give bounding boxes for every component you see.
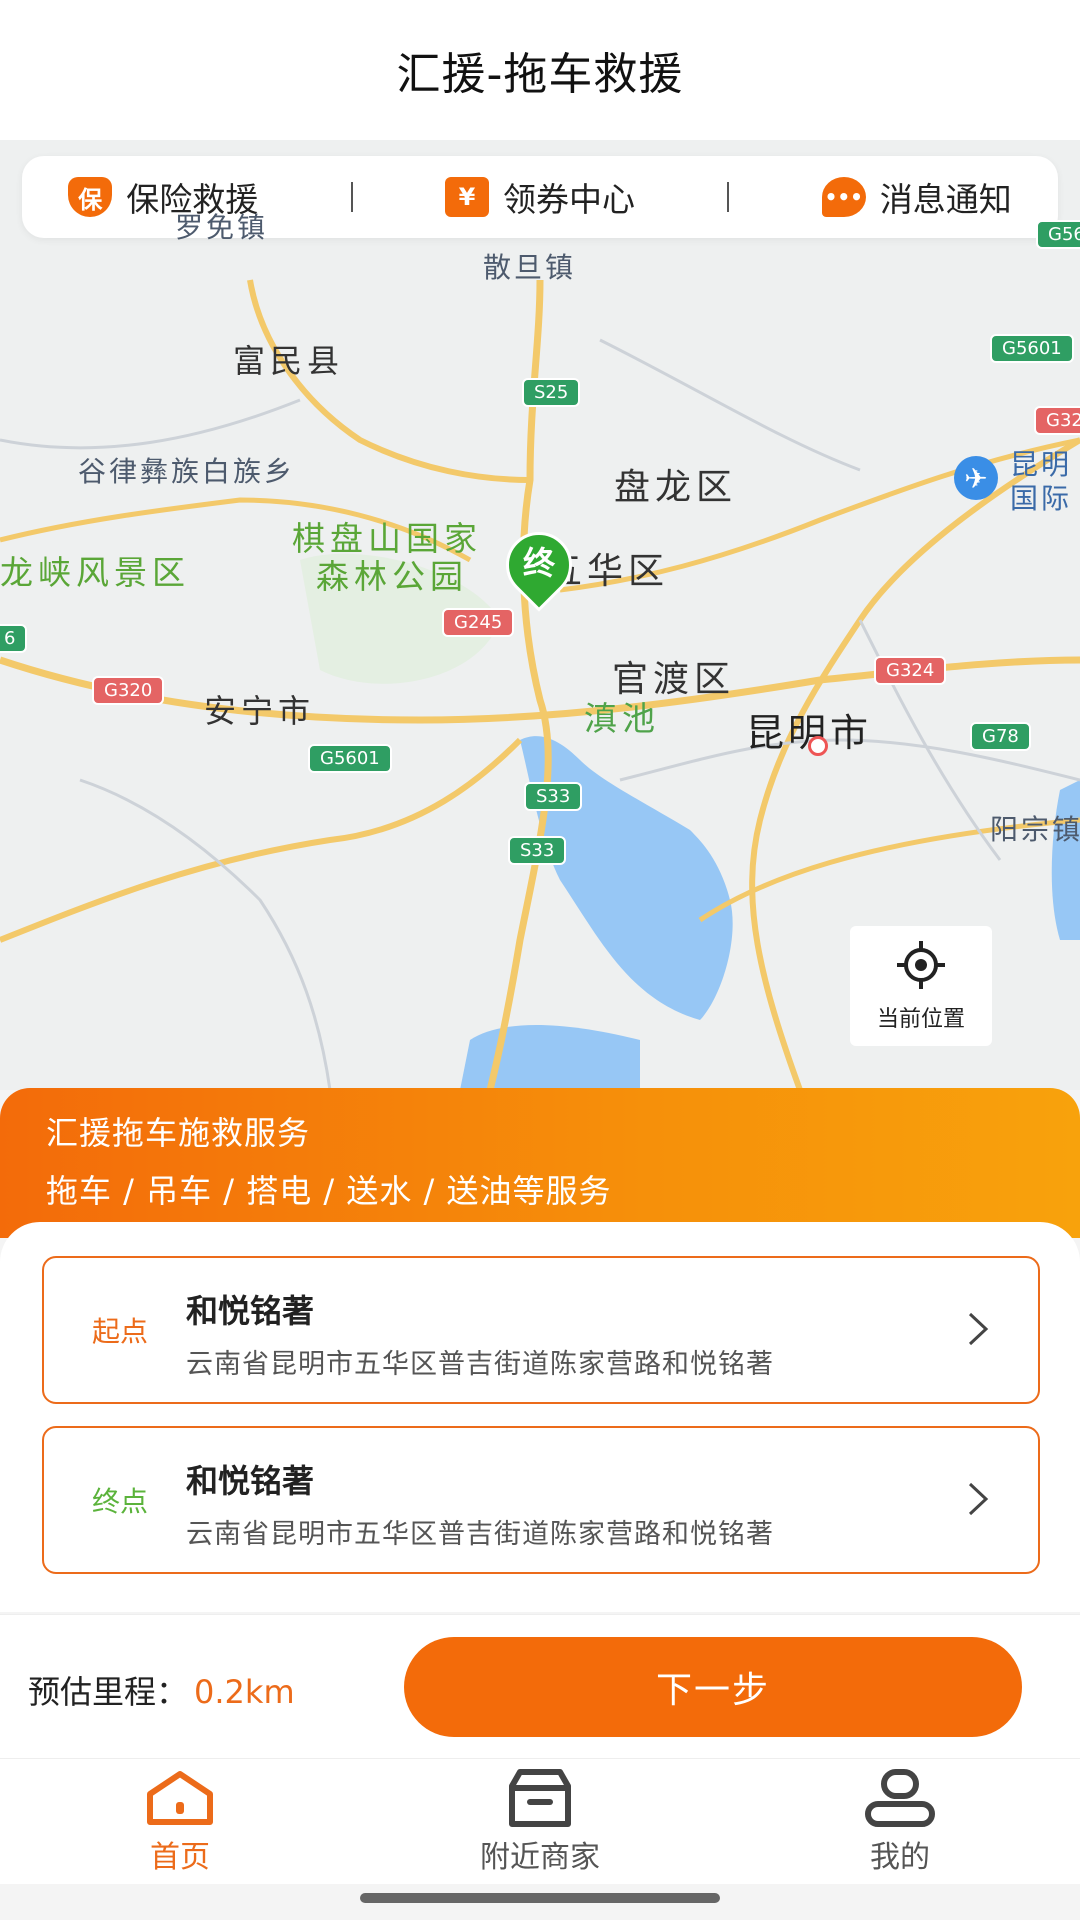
tab-coupon-center[interactable]: ¥ 领券中心 <box>444 173 635 221</box>
start-name: 和悦铭著 <box>186 1292 315 1330</box>
road-sign: G324 <box>874 656 947 685</box>
nav-label: 首页 <box>150 1839 210 1875</box>
end-point-card[interactable]: 终点 和悦铭著 云南省昆明市五华区普吉街道陈家营路和悦铭著 <box>42 1426 1040 1574</box>
action-bar: 预估里程： 0.2km 下一步 <box>0 1614 1080 1758</box>
road-sign: G5601 <box>990 334 1074 363</box>
next-step-button[interactable]: 下一步 <box>404 1637 1022 1737</box>
road-sign: 6 <box>0 624 28 653</box>
map-label-park: 森林公园 <box>316 557 468 596</box>
map-label-town: 散旦镇 <box>483 251 577 284</box>
locate-label: 当前位置 <box>876 1007 965 1032</box>
map-label-city: 安宁市 <box>204 692 316 730</box>
road-sign: G56 <box>1036 220 1080 249</box>
road-sign: S25 <box>522 378 581 407</box>
mileage-value: 0.2km <box>194 1673 295 1711</box>
tab-notifications[interactable]: ••• 消息通知 <box>821 173 1012 221</box>
road-sign: S33 <box>524 782 583 811</box>
start-address: 云南省昆明市五华区普吉街道陈家营路和悦铭著 <box>186 1349 774 1380</box>
nav-label: 我的 <box>870 1839 930 1875</box>
locate-crosshair-icon <box>897 941 945 989</box>
map-label-district: 盘龙区 <box>614 467 738 508</box>
map-label-town: 阳宗镇 <box>990 813 1080 846</box>
start-tag: 起点 <box>92 1315 149 1348</box>
divider <box>350 182 353 212</box>
start-point-card[interactable]: 起点 和悦铭著 云南省昆明市五华区普吉街道陈家营路和悦铭著 <box>42 1256 1040 1404</box>
service-list: 拖车 / 吊车 / 搭电 / 送水 / 送油等服务 <box>46 1172 612 1210</box>
tab-label: 领券中心 <box>502 180 635 219</box>
city-marker-icon <box>808 736 828 756</box>
nav-label: 附近商家 <box>480 1839 600 1875</box>
nav-mine[interactable]: 我的 <box>720 1759 1080 1884</box>
estimated-mileage: 预估里程： 0.2km <box>28 1667 295 1713</box>
service-banner: 汇援拖车施救服务 拖车 / 吊车 / 搭电 / 送水 / 送油等服务 <box>0 1088 1080 1238</box>
road-sign: S33 <box>508 836 567 865</box>
app-header: 汇援-拖车救援 <box>0 0 1080 140</box>
map-label-town: 罗免镇 <box>175 211 269 244</box>
chevron-right-icon <box>968 1482 989 1516</box>
chat-bubble-icon: ••• <box>821 177 866 217</box>
service-title: 汇援拖车施救服务 <box>46 1114 311 1152</box>
page-title: 汇援-拖车救援 <box>396 49 684 100</box>
road-sign: G245 <box>442 608 515 637</box>
end-name: 和悦铭著 <box>186 1462 315 1500</box>
map-label-airport: 昆明国际 <box>1010 448 1073 515</box>
user-icon <box>865 1768 935 1827</box>
chevron-right-icon <box>968 1312 989 1346</box>
airport-icon: ✈ <box>954 456 998 500</box>
map-label-lake: 滇池 <box>584 699 660 738</box>
current-location-button[interactable]: 当前位置 <box>850 926 992 1046</box>
divider <box>727 182 730 212</box>
pin-label: 终 <box>522 544 555 582</box>
ticket-icon: ¥ <box>444 177 489 217</box>
bottom-nav: 首页 附近商家 我的 <box>0 1758 1080 1884</box>
end-address: 云南省昆明市五华区普吉街道陈家营路和悦铭著 <box>186 1519 774 1550</box>
home-icon <box>147 1770 213 1825</box>
mileage-label: 预估里程： <box>28 1673 189 1711</box>
map-label-county: 富民县 <box>233 342 345 380</box>
shield-icon: 保 <box>68 177 113 217</box>
store-box-icon <box>509 1768 571 1827</box>
road-sign: G320 <box>92 676 165 705</box>
map-label-town: 谷律彝族白族乡 <box>78 455 296 488</box>
tab-label: 消息通知 <box>879 180 1012 219</box>
nav-nearby-merchants[interactable]: 附近商家 <box>360 1759 720 1884</box>
road-sign: G78 <box>970 722 1031 751</box>
road-sign: G5601 <box>308 744 392 773</box>
map-view[interactable]: 保 保险救援 ¥ 领券中心 ••• 消息通知 罗免镇 散旦镇 富民县 谷律彝族白… <box>0 140 1080 1090</box>
end-tag: 终点 <box>92 1485 149 1518</box>
home-indicator[interactable] <box>360 1893 720 1903</box>
address-panel: 起点 和悦铭著 云南省昆明市五华区普吉街道陈家营路和悦铭著 终点 和悦铭著 云南… <box>0 1222 1080 1612</box>
road-sign: G32 <box>1034 406 1080 435</box>
nav-home[interactable]: 首页 <box>0 1759 360 1884</box>
map-label-scenic: 龙峡风景区 <box>0 553 190 592</box>
